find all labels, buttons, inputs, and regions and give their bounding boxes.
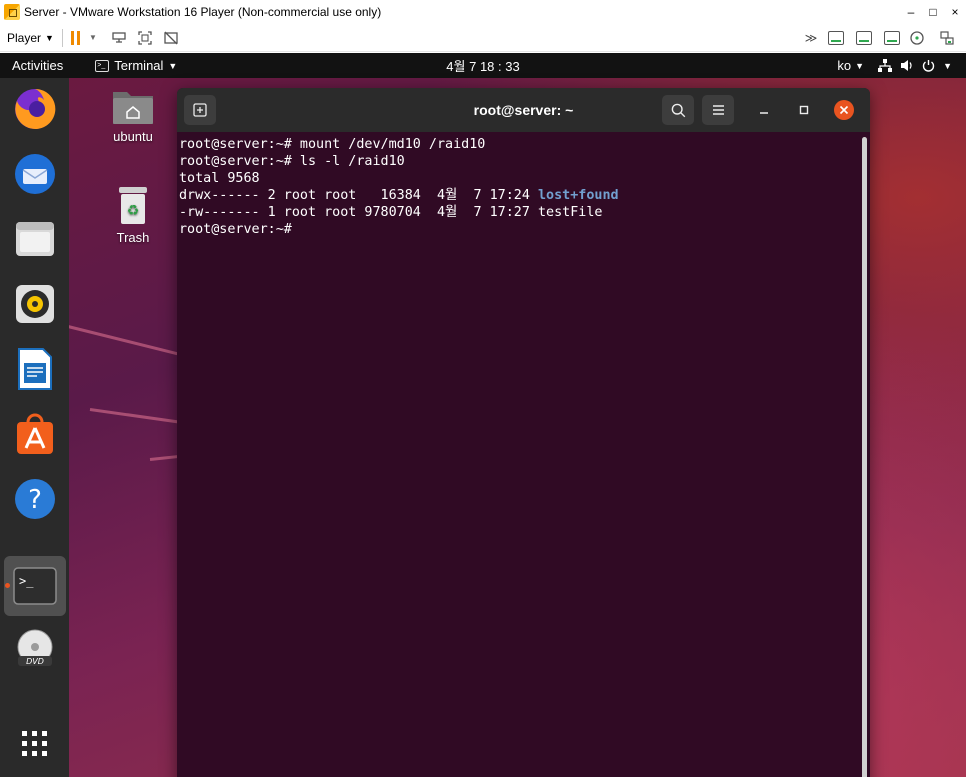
- minimize-button[interactable]: –: [900, 5, 922, 19]
- caret-down-icon: ▼: [168, 60, 178, 71]
- terminal-maximize-button[interactable]: [788, 95, 820, 125]
- dvd-icon[interactable]: DVD: [12, 626, 58, 672]
- gnome-top-bar: Activities >_ Terminal ▼ 4월 7 18 : 33 ko…: [0, 53, 966, 78]
- terminal-line: drwx------ 2 root root 16384 4월 7 17:24 …: [179, 187, 868, 204]
- terminal-prompt-line: root@server:~#: [179, 222, 292, 237]
- home-folder-desktop-icon[interactable]: ubuntu: [98, 88, 168, 144]
- system-tray: ko ▼ ▼: [837, 58, 952, 73]
- pause-icon[interactable]: [70, 30, 80, 45]
- power-icon: [922, 60, 935, 72]
- desktop-icon-label: Trash: [116, 230, 150, 245]
- system-menu[interactable]: ▼: [878, 59, 952, 72]
- thunderbird-icon[interactable]: [12, 151, 58, 197]
- maximize-button[interactable]: □: [922, 5, 944, 19]
- hamburger-menu-button[interactable]: [702, 95, 734, 125]
- player-menu-button[interactable]: Player ▼: [7, 31, 54, 45]
- terminal-icon[interactable]: >_: [12, 563, 58, 609]
- app-menu-button[interactable]: >_ Terminal ▼: [95, 58, 177, 73]
- window-title: Server - VMware Workstation 16 Player (N…: [24, 5, 382, 19]
- libreoffice-writer-icon[interactable]: [12, 346, 58, 392]
- help-icon[interactable]: ?: [12, 476, 58, 522]
- terminal-header-bar[interactable]: root@server: ~: [177, 88, 870, 132]
- hdd-icon[interactable]: [884, 30, 900, 45]
- player-menu-label: Player: [7, 30, 42, 45]
- trash-desktop-icon[interactable]: ♻ Trash: [98, 185, 168, 245]
- terminal-line: -rw------- 1 root root 9780704 4월 7 17:2…: [179, 205, 603, 220]
- rhythmbox-icon[interactable]: [12, 281, 58, 327]
- volume-icon: [901, 60, 912, 71]
- player-toolbar: Player ▼ ▼ ≫: [0, 24, 966, 52]
- new-tab-button[interactable]: [184, 95, 216, 125]
- more-icon[interactable]: ≫: [802, 29, 820, 47]
- home-folder-icon: [113, 92, 153, 124]
- hdd-icon[interactable]: [828, 30, 844, 45]
- minimize-icon: [760, 112, 768, 114]
- svg-text:?: ?: [28, 485, 42, 515]
- header-actions: [662, 95, 860, 125]
- caret-down-icon: ▼: [943, 60, 952, 71]
- new-tab-icon: [193, 103, 207, 117]
- input-method-label: ko: [837, 58, 852, 73]
- hamburger-icon: [712, 105, 724, 115]
- input-method-menu[interactable]: ko ▼: [837, 58, 864, 73]
- vmware-app-icon: [4, 4, 20, 20]
- firefox-icon[interactable]: [12, 86, 58, 132]
- svg-text:>_: >_: [19, 574, 34, 588]
- close-button[interactable]: ×: [944, 5, 966, 19]
- files-icon[interactable]: [12, 216, 58, 262]
- toolbar-divider: [61, 28, 63, 47]
- wallpaper-streak: [89, 408, 185, 425]
- search-icon: [671, 103, 685, 117]
- app-menu-label: Terminal: [114, 58, 164, 73]
- chevron-down-icon: ▼: [45, 32, 54, 43]
- network-icon[interactable]: [938, 29, 956, 47]
- cdrom-icon[interactable]: [908, 29, 926, 47]
- chevron-down-icon[interactable]: ▼: [84, 29, 102, 47]
- terminal-minimize-button[interactable]: [748, 95, 780, 125]
- hdd-icon[interactable]: [856, 30, 872, 45]
- network-wired-icon: [878, 59, 893, 72]
- software-icon[interactable]: [12, 411, 58, 457]
- dock: ? >_ DVD: [0, 78, 69, 777]
- wallpaper-streak: [59, 323, 187, 358]
- unity-icon[interactable]: [162, 29, 180, 47]
- close-icon: [834, 100, 854, 120]
- terminal-close-button[interactable]: [828, 95, 860, 125]
- activities-button[interactable]: Activities: [12, 58, 63, 73]
- svg-text:♻: ♻: [127, 203, 140, 219]
- terminal-line: root@server:~# mount /dev/md10 /raid10: [179, 137, 486, 152]
- running-indicator: [5, 583, 10, 588]
- directory-name: lost+found: [537, 188, 619, 203]
- terminal-line: root@server:~# ls -l /raid10: [179, 154, 405, 169]
- trash-icon: ♻: [119, 187, 147, 224]
- terminal-window: root@server: ~ root@server:~# mount /dev…: [177, 88, 870, 777]
- window-title-bar: Server - VMware Workstation 16 Player (N…: [0, 0, 966, 24]
- ubuntu-desktop: Activities >_ Terminal ▼ 4월 7 18 : 33 ko…: [0, 53, 966, 777]
- terminal-line-text: drwx------ 2 root root 16384 4월 7 17:24: [179, 188, 538, 203]
- send-ctrl-alt-del-icon[interactable]: [110, 29, 128, 47]
- maximize-icon: [799, 105, 809, 115]
- fullscreen-icon[interactable]: [136, 29, 154, 47]
- desktop-icon-label: ubuntu: [113, 129, 153, 144]
- caret-down-icon: ▼: [855, 60, 865, 71]
- terminal-icon: >_: [95, 59, 110, 72]
- show-apps-icon[interactable]: [12, 721, 58, 767]
- search-button[interactable]: [662, 95, 694, 125]
- terminal-line: total 9568: [179, 171, 260, 186]
- svg-text:DVD: DVD: [26, 657, 44, 666]
- terminal-scrollbar[interactable]: [862, 137, 867, 777]
- terminal-output[interactable]: root@server:~# mount /dev/md10 /raid10 ro…: [177, 132, 870, 242]
- device-tray: ≫: [798, 29, 960, 47]
